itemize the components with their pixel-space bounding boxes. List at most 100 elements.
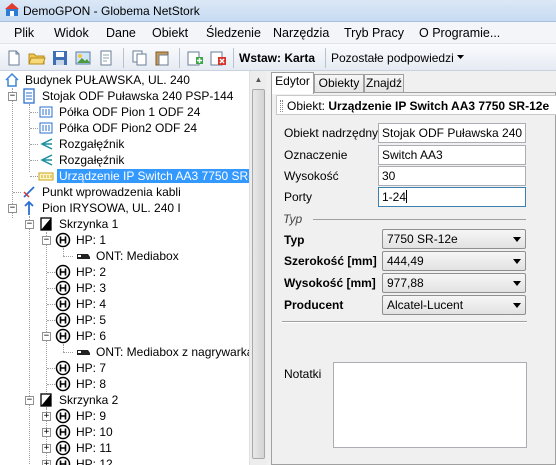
tree-node-ont[interactable]: ONT: Mediabox z nagrywarką	[75, 344, 249, 360]
box-icon	[40, 393, 52, 407]
menu-plik[interactable]: Plik	[14, 26, 34, 40]
tree-node-label: Skrzynka 1	[59, 217, 119, 231]
tab-obiekty[interactable]: Obiekty	[314, 74, 364, 93]
menu-narzedzia[interactable]: Narzędzia	[273, 26, 329, 40]
shelf-icon	[39, 106, 53, 118]
width-label: Szerokość [mm]	[284, 254, 377, 268]
tree-node-shelf[interactable]: Półka ODF Pion2 ODF 24	[38, 120, 199, 136]
hints-dropdown[interactable]: Pozostałe podpowiedzi	[331, 51, 454, 65]
tree-line	[47, 384, 55, 385]
copy-icon[interactable]	[130, 49, 148, 67]
collapse-toggle[interactable]: +	[42, 444, 51, 453]
toolbar-separator	[179, 48, 180, 68]
insert-card-button[interactable]: Wstaw: Karta	[239, 51, 315, 65]
collapse-toggle[interactable]: +	[42, 412, 51, 421]
tree-node-label: ONT: Mediabox	[96, 249, 179, 263]
collapse-toggle[interactable]: +	[42, 460, 51, 465]
tree-node-hp[interactable]: HP: 3	[55, 280, 108, 296]
hp-icon	[55, 408, 71, 424]
type-select[interactable]: 7750 SR-12e	[382, 229, 526, 249]
notes-label: Notatki	[284, 367, 322, 381]
menu-widok[interactable]: Widok	[54, 26, 89, 40]
chevron-down-icon[interactable]	[457, 55, 464, 60]
collapse-toggle[interactable]: +	[42, 428, 51, 437]
width-select[interactable]: 444,49	[382, 251, 526, 271]
cable-entry-icon	[23, 186, 35, 198]
hp-icon	[55, 456, 71, 465]
menu-o-programie[interactable]: O Programie...	[419, 26, 500, 40]
collapse-toggle[interactable]: −	[42, 332, 51, 341]
tree-node-box[interactable]: Skrzynka 1	[38, 216, 120, 232]
menu-tryb-pracy[interactable]: Tryb Pracy	[344, 26, 404, 40]
ports-field[interactable]: 1-24	[378, 187, 526, 207]
collapse-toggle[interactable]: −	[25, 220, 34, 229]
tree-node-building[interactable]: Budynek PUŁAWSKA, UL. 240	[4, 72, 192, 88]
tree-node-hp[interactable]: HP: 9	[55, 408, 108, 424]
tree-line	[12, 88, 13, 218]
collapse-toggle[interactable]: −	[42, 236, 51, 245]
collapse-toggle[interactable]: −	[8, 92, 17, 101]
tree-node-hp[interactable]: HP: 1	[55, 232, 108, 248]
tree-line	[30, 160, 38, 161]
tree-node-hp[interactable]: HP: 6	[55, 328, 108, 344]
menu-obiekt[interactable]: Obiekt	[152, 26, 188, 40]
document-icon[interactable]	[97, 49, 115, 67]
delete-icon[interactable]	[209, 49, 227, 67]
tree-node-riser[interactable]: Pion IRYSOWA, UL. 240 I	[21, 200, 183, 216]
tab-edytor[interactable]: Edytor	[271, 72, 314, 94]
tree-scrollbar[interactable]: ▲	[249, 71, 266, 465]
tree-node-hp[interactable]: HP: 11	[55, 440, 114, 456]
tree-line	[63, 344, 64, 352]
hp-icon	[55, 296, 71, 312]
tree-node-splitter[interactable]: Rozgałęźnik	[38, 136, 126, 152]
tree-line	[47, 288, 55, 289]
tree-node-switch[interactable]: Urządzenie IP Switch AA3 7750 SR-12e	[38, 168, 249, 184]
box-icon	[40, 217, 52, 231]
panel-divider	[282, 321, 527, 323]
menu-dane[interactable]: Dane	[106, 26, 136, 40]
tree-node-box[interactable]: Skrzynka 2	[38, 392, 120, 408]
hp-icon	[55, 424, 71, 440]
tree-node-hp[interactable]: HP: 8	[55, 376, 108, 392]
tree-line	[47, 320, 55, 321]
tree-node-hp[interactable]: HP: 12	[55, 456, 115, 465]
tree-node-rack[interactable]: Stojak ODF Puławska 240 PSP-144	[21, 88, 235, 104]
tree-node-label: Urządzenie IP Switch AA3 7750 SR-12e	[57, 169, 249, 183]
tree-node-ont[interactable]: ONT: Mediabox	[75, 248, 181, 264]
tree-node-label: HP: 8	[76, 377, 107, 391]
tree-node-hp[interactable]: HP: 10	[55, 424, 115, 440]
splitter-icon	[40, 138, 53, 150]
tree-line	[29, 104, 30, 172]
paste-icon[interactable]	[153, 49, 171, 67]
tree-node-label: HP: 5	[76, 313, 107, 327]
tree-node-splitter[interactable]: Rozgałęźnik	[38, 152, 126, 168]
notes-textarea[interactable]	[333, 362, 527, 448]
height-field[interactable]: 30	[378, 166, 526, 186]
parent-object-field[interactable]: Stojak ODF Puławska 240 PSP-144	[378, 123, 526, 143]
add-icon[interactable]	[186, 49, 204, 67]
tree-node-cable-entry[interactable]: Punkt wprowadzenia kabli	[21, 184, 183, 200]
manufacturer-select-value: Alcatel-Lucent	[387, 298, 464, 312]
splitter-icon	[40, 154, 53, 166]
designation-field[interactable]: Switch AA3	[378, 145, 526, 165]
scroll-up-arrow-icon[interactable]: ▲	[251, 72, 266, 87]
menu-sledzenie[interactable]: Śledzenie	[206, 26, 261, 40]
tree-node-hp[interactable]: HP: 7	[55, 360, 108, 376]
height-mm-select[interactable]: 977,88	[382, 273, 526, 293]
open-folder-icon[interactable]	[28, 49, 46, 67]
new-document-icon[interactable]	[5, 49, 23, 67]
collapse-toggle[interactable]: −	[8, 204, 17, 213]
tab-znajdz[interactable]: Znajdź	[364, 74, 404, 93]
image-icon[interactable]	[74, 49, 92, 67]
save-icon[interactable]	[51, 49, 69, 67]
tree-node-label: Pion IRYSOWA, UL. 240 I	[42, 201, 181, 215]
tree-node-hp[interactable]: HP: 4	[55, 296, 108, 312]
tree-node-hp[interactable]: HP: 5	[55, 312, 108, 328]
collapse-toggle[interactable]: −	[25, 396, 34, 405]
tree-node-hp[interactable]: HP: 2	[55, 264, 108, 280]
object-caption: Obiekt: Urządzenie IP Switch AA3 7750 SR…	[287, 99, 549, 113]
tree-node-shelf[interactable]: Półka ODF Pion 1 ODF 24	[38, 104, 202, 120]
object-tree[interactable]: Budynek PUŁAWSKA, UL. 240 − Stojak ODF P…	[0, 71, 249, 465]
scroll-thumb[interactable]	[252, 89, 265, 459]
manufacturer-select[interactable]: Alcatel-Lucent	[382, 295, 526, 315]
